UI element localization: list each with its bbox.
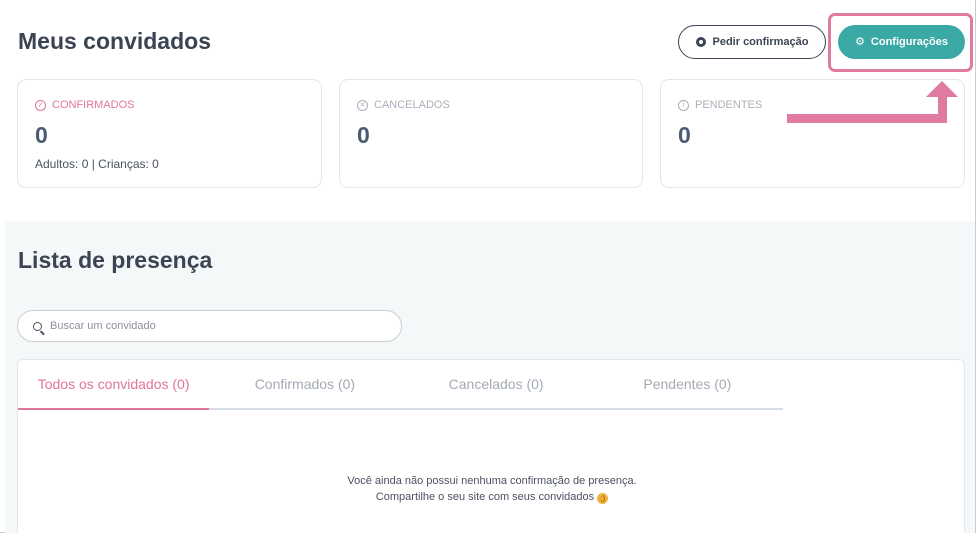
ask-confirmation-button[interactable]: Pedir confirmação bbox=[678, 25, 826, 59]
check-circle-icon: ✓ bbox=[35, 99, 46, 111]
settings-button-label: Configurações bbox=[870, 36, 948, 48]
confirmed-count: 0 bbox=[35, 122, 48, 148]
annotation-arrow-riser bbox=[938, 96, 947, 123]
info-circle-icon: i bbox=[678, 99, 689, 111]
confirmed-card: ✓ CONFIRMADOS 0 Adultos: 0 | Crianças: 0 bbox=[17, 79, 322, 188]
tab-cancelled[interactable]: Cancelados (0) bbox=[401, 360, 592, 408]
pending-label: PENDENTES bbox=[695, 99, 763, 111]
cancelled-card-header: ✕ CANCELADOS bbox=[357, 99, 450, 111]
empty-state-hint-text: Compartilhe o seu site com seus convidad… bbox=[375, 491, 595, 503]
guest-search-input[interactable] bbox=[50, 320, 370, 332]
ask-confirmation-label: Pedir confirmação bbox=[712, 36, 809, 48]
guest-tabs: Todos os convidados (0) Confirmados (0) … bbox=[18, 360, 783, 410]
tab-all-guests[interactable]: Todos os convidados (0) bbox=[18, 360, 210, 410]
cancelled-card: ✕ CANCELADOS 0 bbox=[339, 79, 643, 188]
presence-section: Lista de presença Todos os convidados (0… bbox=[5, 221, 975, 533]
empty-state-message: Você ainda não possui nenhuma confirmaçã… bbox=[347, 475, 637, 487]
presence-title: Lista de presença bbox=[18, 247, 213, 273]
confirmed-label: CONFIRMADOS bbox=[52, 99, 135, 111]
annotation-arrow-head bbox=[926, 81, 958, 97]
wink-emoji-icon: ;) bbox=[597, 493, 609, 504]
x-circle-icon: ✕ bbox=[357, 99, 368, 111]
tab-confirmed[interactable]: Confirmados (0) bbox=[209, 360, 400, 408]
page-frame: Meus convidados Pedir confirmação ⚙ Conf… bbox=[0, 0, 976, 533]
pending-card-header: i PENDENTES bbox=[678, 99, 762, 111]
page-title: Meus convidados bbox=[18, 28, 211, 54]
tab-pending[interactable]: Pendentes (0) bbox=[592, 360, 783, 408]
confirmed-detail: Adultos: 0 | Crianças: 0 bbox=[35, 157, 159, 171]
empty-state-hint: Compartilhe o seu site com seus convidad… bbox=[18, 491, 966, 504]
guest-search bbox=[17, 310, 402, 342]
cancelled-label: CANCELADOS bbox=[374, 99, 450, 111]
pending-card: i PENDENTES 0 bbox=[660, 79, 965, 188]
annotation-arrow-shaft bbox=[787, 114, 947, 123]
whatsapp-icon bbox=[695, 37, 706, 47]
confirmed-card-header: ✓ CONFIRMADOS bbox=[35, 99, 135, 111]
gear-icon: ⚙ bbox=[855, 35, 865, 48]
guest-list-panel: Todos os convidados (0) Confirmados (0) … bbox=[17, 359, 965, 533]
pending-count: 0 bbox=[678, 122, 691, 148]
cancelled-count: 0 bbox=[357, 122, 370, 148]
search-icon bbox=[33, 321, 42, 331]
settings-button[interactable]: ⚙ Configurações bbox=[838, 25, 965, 59]
